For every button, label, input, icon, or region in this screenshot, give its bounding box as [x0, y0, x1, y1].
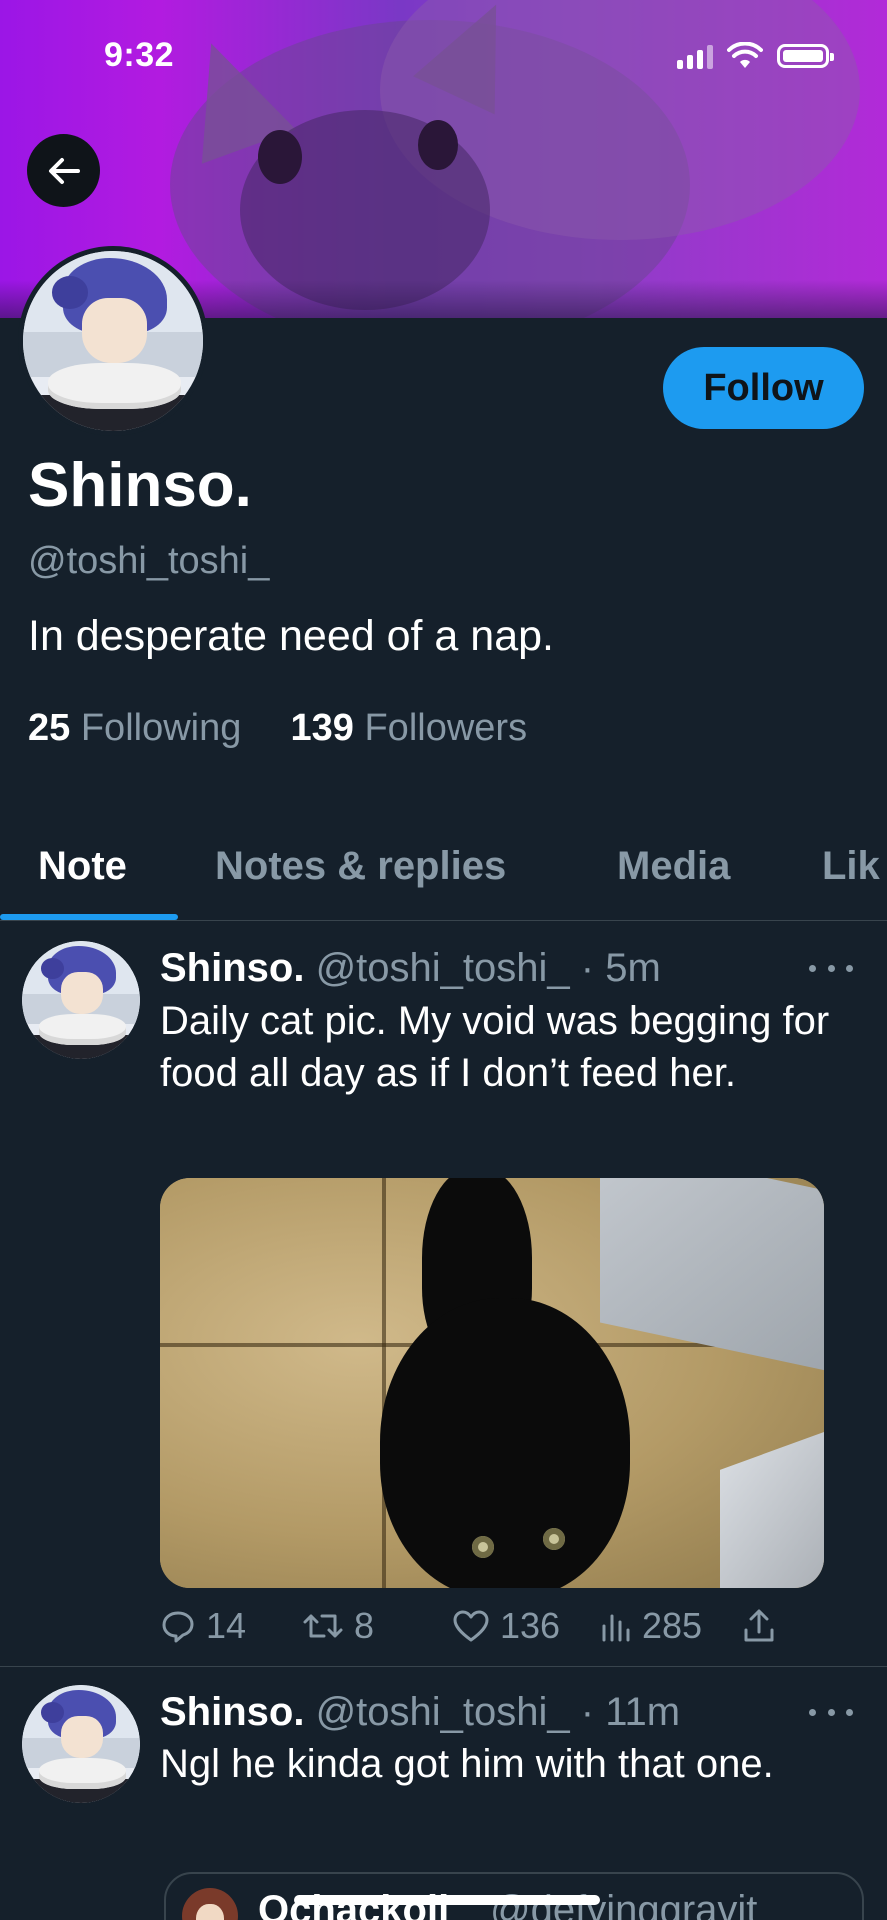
post-author-avatar[interactable] — [22, 941, 140, 1059]
like-button[interactable]: 136 — [452, 1608, 560, 1644]
retweet-button[interactable]: 8 — [302, 1608, 374, 1644]
cellular-signal-icon — [677, 43, 713, 69]
battery-icon — [777, 44, 834, 68]
post-header: Shinso. @toshi_toshi_ · 11m — [160, 1692, 680, 1732]
post-actions: 14 8 136 285 — [160, 1608, 810, 1648]
tab-notes[interactable]: Note — [38, 830, 127, 922]
follow-button[interactable]: Follow — [663, 347, 864, 429]
followers-label: Followers — [364, 707, 528, 749]
heart-icon — [453, 1610, 489, 1642]
wifi-icon — [727, 42, 763, 68]
profile-avatar[interactable] — [18, 246, 208, 436]
tab-media[interactable]: Media — [617, 830, 730, 922]
tab-likes[interactable]: Lik — [822, 830, 880, 922]
following-count: 25 — [28, 707, 71, 749]
home-indicator[interactable] — [294, 1895, 600, 1905]
retweet-icon — [303, 1614, 343, 1638]
divider — [0, 1666, 887, 1667]
post-text: Daily cat pic. My void was begging for f… — [160, 999, 830, 1095]
more-horizontal-icon[interactable] — [809, 1702, 853, 1722]
post-author-name[interactable]: Shinso. — [160, 946, 304, 990]
divider — [0, 920, 887, 921]
tab-notes-and-replies[interactable]: Notes & replies — [215, 830, 506, 922]
share-icon — [744, 1609, 774, 1642]
profile-display-name: Shinso. — [28, 451, 252, 520]
share-button[interactable] — [742, 1608, 776, 1644]
followers-count: 139 — [290, 707, 354, 749]
profile-screen: 9:32 Follow Shinso. @toshi_toshi_ In des… — [0, 0, 887, 1920]
like-count: 136 — [500, 1605, 561, 1646]
post-meta: @toshi_toshi_ · 11m — [315, 1690, 681, 1734]
reply-icon — [162, 1611, 194, 1643]
views-button[interactable]: 285 — [600, 1608, 702, 1644]
post-author-name[interactable]: Shinso. — [160, 1690, 304, 1734]
following-label: Following — [80, 707, 242, 749]
back-button[interactable] — [27, 134, 100, 207]
more-horizontal-icon[interactable] — [809, 958, 853, 978]
status-time: 9:32 — [104, 36, 175, 74]
post-text: Ngl he kinda got him with that one. — [160, 1742, 774, 1786]
post-meta: @toshi_toshi_ · 5m — [315, 946, 661, 990]
profile-tabs: Note Notes & replies Media Lik — [0, 830, 887, 922]
post-media-image[interactable] — [160, 1178, 824, 1588]
status-icons — [677, 42, 834, 70]
following-link[interactable]: 25 Following — [28, 707, 252, 749]
reply-button[interactable]: 14 — [160, 1608, 246, 1644]
post-author-avatar[interactable] — [22, 1685, 140, 1803]
followers-link[interactable]: 139 Followers — [291, 707, 528, 749]
retweet-count: 8 — [354, 1605, 375, 1646]
arrow-left-icon — [48, 157, 80, 184]
post-header: Shinso. @toshi_toshi_ · 5m — [160, 948, 661, 988]
profile-stats: 25 Following 139 Followers — [28, 709, 527, 747]
reply-count: 14 — [206, 1605, 247, 1646]
profile-handle: @toshi_toshi_ — [28, 540, 270, 582]
views-icon — [602, 1614, 630, 1642]
profile-bio: In desperate need of a nap. — [28, 612, 554, 660]
views-count: 285 — [642, 1605, 703, 1646]
